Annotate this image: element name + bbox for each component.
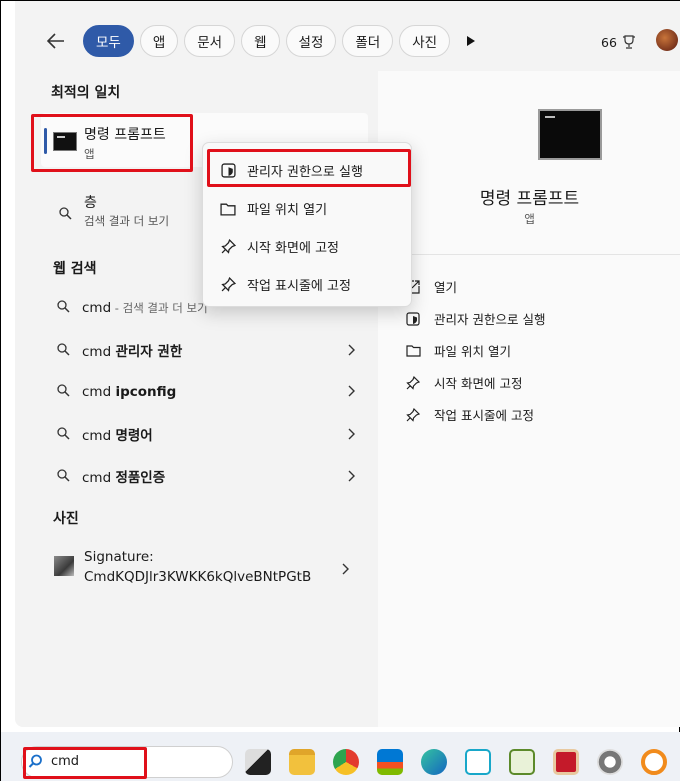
web-result-row[interactable]: cmd 정품인증 bbox=[41, 466, 361, 486]
preview-divider bbox=[378, 254, 680, 255]
action-pin-taskbar[interactable]: 작업 표시줄에 고정 bbox=[405, 405, 534, 424]
search-icon bbox=[57, 467, 70, 486]
play-icon bbox=[467, 36, 476, 46]
action-label: 작업 표시줄에 고정 bbox=[434, 408, 534, 423]
shield-icon bbox=[405, 311, 421, 327]
chevron-right-icon[interactable] bbox=[347, 341, 355, 360]
folder-icon bbox=[405, 343, 421, 359]
action-label: 시작 화면에 고정 bbox=[434, 376, 523, 391]
task-view-icon[interactable] bbox=[245, 749, 271, 775]
web-result-bold: 명령어 bbox=[115, 428, 153, 444]
web-result-bold: 정품인증 bbox=[115, 470, 166, 486]
back-arrow-icon bbox=[47, 33, 64, 49]
filter-tabs: 모두 앱 문서 웹 설정 폴더 사진 bbox=[41, 25, 482, 57]
points-value: 66 bbox=[601, 34, 617, 50]
cmd-large-icon bbox=[538, 109, 602, 160]
rewards-points[interactable]: 66 bbox=[601, 34, 637, 50]
web-result-suffix: - 검색 결과 더 보기 bbox=[111, 300, 208, 315]
web-result-bold: ipconfig bbox=[115, 383, 177, 400]
tab-apps[interactable]: 앱 bbox=[139, 25, 179, 57]
chevron-right-icon[interactable] bbox=[347, 467, 355, 486]
app-red-icon[interactable] bbox=[553, 749, 579, 775]
app-panda-icon[interactable] bbox=[597, 749, 623, 775]
web-result-row[interactable]: cmd ipconfig bbox=[41, 382, 361, 401]
suggestion-subtitle: 검색 결과 더 보기 bbox=[84, 214, 170, 228]
action-label: 관리자 권한으로 실행 bbox=[434, 312, 546, 327]
trophy-icon bbox=[622, 35, 635, 49]
folder-icon bbox=[219, 200, 237, 218]
tab-all[interactable]: 모두 bbox=[83, 25, 134, 57]
menu-pin-start[interactable]: 시작 화면에 고정 bbox=[219, 237, 339, 256]
app-v-icon[interactable] bbox=[465, 749, 491, 775]
web-result-prefix: cmd bbox=[82, 344, 116, 360]
web-result-prefix: cmd bbox=[82, 299, 112, 316]
action-label: 열기 bbox=[434, 280, 458, 295]
highlight-run-as-admin bbox=[207, 149, 411, 187]
web-result-row[interactable]: cmd 관리자 권한 bbox=[41, 340, 361, 360]
preview-subtitle: 앱 bbox=[524, 212, 535, 226]
web-result-prefix: cmd bbox=[82, 428, 116, 444]
tab-photos[interactable]: 사진 bbox=[399, 25, 451, 57]
highlight-search-box bbox=[23, 747, 147, 779]
photo-line1: Signature: bbox=[84, 549, 154, 565]
pin-icon bbox=[219, 238, 237, 256]
web-result-prefix: cmd bbox=[82, 383, 116, 400]
pin-icon bbox=[405, 407, 421, 423]
chrome-icon[interactable] bbox=[333, 749, 359, 775]
more-tabs-button[interactable] bbox=[460, 25, 482, 57]
web-result-bold: 관리자 권한 bbox=[115, 344, 183, 360]
tab-settings[interactable]: 설정 bbox=[285, 25, 337, 57]
tab-folders[interactable]: 폴더 bbox=[342, 25, 394, 57]
search-icon bbox=[57, 298, 70, 317]
search-icon bbox=[59, 205, 72, 224]
action-pin-start[interactable]: 시작 화면에 고정 bbox=[405, 373, 522, 392]
notepad-icon[interactable] bbox=[509, 749, 535, 775]
tab-documents[interactable]: 문서 bbox=[184, 25, 236, 57]
search-icon bbox=[57, 382, 70, 401]
suggestion-title[interactable]: 층 bbox=[84, 192, 97, 212]
tab-web[interactable]: 웹 bbox=[241, 25, 280, 57]
photo-line2: CmdKQDJlr3KWKK6kQlveBNtPGtB bbox=[84, 569, 312, 585]
store-icon[interactable] bbox=[377, 749, 403, 775]
action-run-as-admin[interactable]: 관리자 권한으로 실행 bbox=[405, 309, 545, 328]
action-open-location[interactable]: 파일 위치 열기 bbox=[405, 341, 511, 360]
search-app-icon[interactable] bbox=[641, 749, 667, 775]
web-result-row[interactable]: cmd 명령어 bbox=[41, 424, 361, 444]
search-icon bbox=[57, 425, 70, 444]
edge-icon[interactable] bbox=[421, 749, 447, 775]
best-match-heading: 최적의 일치 bbox=[51, 85, 121, 101]
preview-pane bbox=[378, 71, 680, 727]
preview-title: 명령 프롬프트 bbox=[479, 189, 580, 209]
menu-pin-taskbar[interactable]: 작업 표시줄에 고정 bbox=[219, 275, 351, 294]
photos-heading: 사진 bbox=[53, 511, 79, 527]
web-search-heading: 웹 검색 bbox=[53, 261, 97, 277]
chevron-right-icon[interactable] bbox=[347, 425, 355, 444]
avatar[interactable] bbox=[656, 29, 678, 51]
chevron-right-icon[interactable] bbox=[347, 382, 355, 401]
menu-item-label: 작업 표시줄에 고정 bbox=[247, 279, 351, 294]
web-result-prefix: cmd bbox=[82, 470, 116, 486]
action-label: 파일 위치 열기 bbox=[434, 344, 511, 359]
menu-item-label: 파일 위치 열기 bbox=[247, 203, 328, 218]
search-icon bbox=[57, 341, 70, 360]
highlight-best-match bbox=[31, 114, 193, 172]
action-open[interactable]: 열기 bbox=[405, 277, 457, 296]
back-button[interactable] bbox=[41, 25, 71, 57]
pin-icon bbox=[219, 276, 237, 294]
file-explorer-icon[interactable] bbox=[289, 749, 315, 775]
photo-thumbnail bbox=[54, 556, 74, 576]
pin-icon bbox=[405, 375, 421, 391]
menu-open-location[interactable]: 파일 위치 열기 bbox=[219, 199, 327, 218]
menu-item-label: 시작 화면에 고정 bbox=[247, 241, 339, 256]
chevron-right-icon[interactable] bbox=[341, 560, 349, 579]
